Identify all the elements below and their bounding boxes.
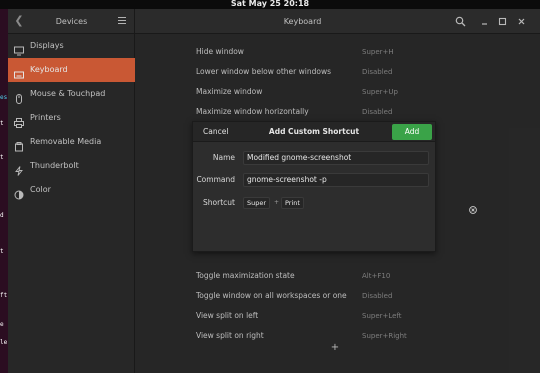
shortcut-key: Print [281,197,304,209]
sidebar-item-color[interactable]: Color [8,178,135,202]
shortcut-key-separator: + [274,199,280,206]
command-label: Command [196,175,235,184]
sidebar: Displays Keyboard Mouse & Touchpad Print… [8,34,135,373]
printer-icon [14,113,24,128]
color-icon [14,185,24,200]
shortcut-row[interactable]: View split on left Super+Left [196,306,436,326]
shortcut-accelerator: Disabled [362,108,393,116]
shortcut-name: Lower window below other windows [196,67,331,76]
shortcut-row[interactable]: View split on right Super+Right [196,326,436,346]
shortcut-row[interactable]: Lower window below other windows Disable… [196,62,436,82]
shortcut-name: Maximize window [196,87,263,96]
screen: Sat May 25 20:18 es t t d t ft e le ❮ De… [0,0,540,373]
hamburger-menu-icon[interactable] [118,17,126,25]
maximize-icon[interactable] [496,15,509,28]
shortcut-accelerator: Super+Left [362,312,402,320]
shortcut-row[interactable]: Toggle window on all workspaces or one D… [196,286,436,306]
terminal-fragment: es [0,94,8,101]
mouse-icon [14,89,24,104]
sidebar-item-displays[interactable]: Displays [8,34,135,58]
page-title: Keyboard [283,17,322,26]
shortcut-name: Toggle maximization state [196,271,295,280]
shortcut-field[interactable]: Super + Print [243,197,477,214]
close-icon[interactable] [515,15,528,28]
terminal-fragment: ft [0,292,8,299]
thunderbolt-icon [14,161,24,176]
shortcut-row[interactable]: Toggle maximization state Alt+F10 [196,266,436,286]
sidebar-item-label: Displays [30,41,64,50]
keyboard-icon [14,65,24,79]
sidebar-item-keyboard[interactable]: Keyboard [8,58,135,82]
shortcut-accelerator: Alt+F10 [362,272,391,280]
sidebar-header: ❮ Devices [8,9,135,34]
shortcut-label: Shortcut [203,198,235,207]
search-icon[interactable] [454,15,467,28]
shortcut-row[interactable]: Hide window Super+H [196,42,436,62]
shortcut-key: Super [243,197,271,209]
sidebar-item-label: Keyboard [30,65,68,74]
shortcut-name: Toggle window on all workspaces or one [196,291,347,300]
shortcut-accelerator: Super+Up [362,88,398,96]
terminal-fragment: t [0,154,4,161]
sidebar-item-label: Mouse & Touchpad [30,89,106,98]
shortcut-accelerator: Disabled [362,292,393,300]
add-custom-shortcut-dialog: Cancel Add Custom Shortcut Add Name Modi… [192,121,477,252]
sidebar-item-label: Removable Media [30,137,102,146]
shortcut-row[interactable]: Maximize window Super+Up [196,82,436,102]
sidebar-item-mouse-touchpad[interactable]: Mouse & Touchpad [8,82,135,106]
add-button[interactable]: Add [392,124,432,140]
sidebar-item-printers[interactable]: Printers [8,106,135,130]
sidebar-item-label: Printers [30,113,61,122]
sidebar-item-thunderbolt[interactable]: Thunderbolt [8,154,135,178]
sidebar-item-label: Color [30,185,51,194]
name-field[interactable]: Modified gnome-screenshot [243,151,429,165]
shortcut-name: View split on left [196,311,259,320]
shortcut-row[interactable]: Maximize window horizontally Disabled [196,102,436,122]
system-clock[interactable]: Sat May 25 20:18 [0,0,540,9]
sidebar-title: Devices [55,17,88,26]
display-icon [14,41,24,56]
command-field[interactable]: gnome-screenshot -p [243,173,429,187]
removable-media-icon [14,137,24,152]
header-bar: ❮ Devices Keyboard [8,9,540,34]
background-terminal: es t t d t ft e le [0,9,8,373]
terminal-fragment: t [0,120,4,127]
terminal-fragment: t [0,248,4,255]
sidebar-item-label: Thunderbolt [30,161,79,170]
shortcut-name: Hide window [196,47,244,56]
sidebar-item-removable-media[interactable]: Removable Media [8,130,135,154]
dialog-header: Cancel Add Custom Shortcut Add [193,122,435,142]
cancel-button[interactable]: Cancel [197,124,234,140]
terminal-fragment: d [0,212,4,219]
shortcut-accelerator: Disabled [362,68,393,76]
minimize-icon[interactable] [478,15,491,28]
system-top-bar: Sat May 25 20:18 [0,0,540,9]
terminal-fragment: e [0,321,4,328]
add-shortcut-button[interactable]: + [330,343,340,353]
name-label: Name [212,153,235,162]
shortcut-name: View split on right [196,331,264,340]
shortcut-accelerator: Super+H [362,48,394,56]
shortcut-accelerator: Super+Right [362,332,407,340]
terminal-fragment: le [0,339,8,346]
shortcut-name: Maximize window horizontally [196,107,309,116]
clear-shortcut-icon[interactable] [469,199,477,214]
dialog-title: Add Custom Shortcut [268,127,360,136]
